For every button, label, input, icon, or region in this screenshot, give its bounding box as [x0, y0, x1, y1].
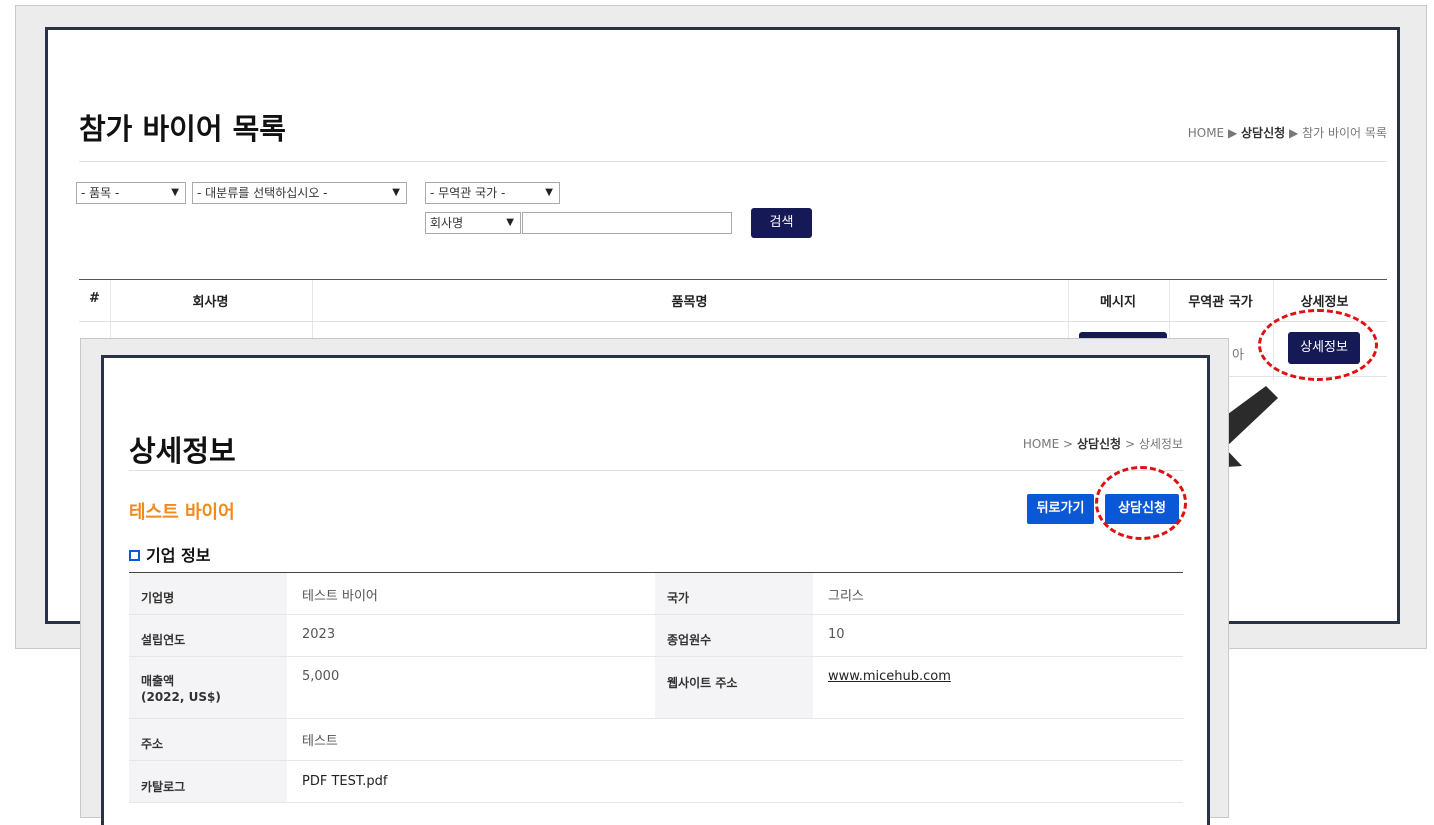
col-header-number: # — [89, 291, 100, 306]
breadcrumb-separator: ▶ — [1227, 126, 1238, 140]
label-country: 국가 — [667, 591, 690, 605]
highlight-detail-button — [1258, 309, 1378, 381]
highlight-apply-button — [1095, 466, 1187, 540]
page-title: 상세정보 — [129, 434, 236, 468]
value-address: 테스트 — [302, 734, 338, 749]
row-country-partial: 아 — [1232, 348, 1244, 363]
title-divider — [79, 161, 1387, 162]
website-link[interactable]: www.micehub.com — [828, 669, 951, 684]
breadcrumb-home[interactable]: HOME — [1023, 437, 1059, 451]
breadcrumb-separator: > — [1063, 437, 1074, 451]
chevron-down-icon: ▼ — [392, 187, 400, 198]
col-header-detail: 상세정보 — [1300, 295, 1349, 310]
breadcrumb-separator: ▶ — [1289, 126, 1299, 140]
label-company: 기업명 — [141, 591, 175, 605]
back-button[interactable]: 뒤로가기 — [1027, 494, 1094, 524]
detail-page: 상세정보 HOME > 상담신청 > 상세정보 테스트 바이어 뒤로가기 상담신… — [101, 355, 1210, 825]
value-founded: 2023 — [302, 627, 336, 642]
chevron-down-icon: ▼ — [506, 217, 514, 228]
search-input[interactable] — [522, 212, 732, 234]
row-divider — [129, 614, 1183, 615]
value-employees: 10 — [828, 627, 845, 642]
section-title: 기업 정보 — [129, 542, 210, 566]
section-title-text: 기업 정보 — [146, 546, 211, 565]
search-button[interactable]: 검색 — [751, 208, 812, 238]
breadcrumb-parent[interactable]: 상담신청 — [1241, 126, 1285, 140]
title-divider — [129, 470, 1183, 471]
breadcrumb: HOME ▶ 상담신청 ▶ 참가 바이어 목록 — [1188, 124, 1387, 141]
header-row-divider — [79, 321, 1387, 322]
col-header-company: 회사명 — [192, 295, 229, 310]
page-title: 참가 바이어 목록 — [79, 112, 286, 146]
row-divider — [129, 760, 1183, 761]
label-revenue: 매출액 — [141, 674, 175, 688]
table-top-border — [79, 279, 1387, 280]
chevron-down-icon: ▼ — [545, 187, 553, 198]
search-field-select-value: 회사명 — [430, 216, 464, 230]
detail-screenshot-frame: 상세정보 HOME > 상담신청 > 상세정보 테스트 바이어 뒤로가기 상담신… — [80, 338, 1229, 825]
company-name-heading: 테스트 바이어 — [129, 502, 235, 523]
label-revenue-sub: (2022, US$) — [141, 690, 221, 704]
breadcrumb-current: 상세정보 — [1138, 437, 1183, 451]
catalog-file-link[interactable]: PDF TEST.pdf — [302, 774, 387, 789]
search-field-select[interactable]: 회사명 ▼ — [425, 212, 521, 234]
breadcrumb: HOME > 상담신청 > 상세정보 — [1023, 435, 1183, 452]
value-country: 그리스 — [828, 589, 864, 604]
col-header-item: 품목명 — [671, 295, 708, 310]
row-divider — [129, 802, 1183, 803]
col-header-country: 무역관 국가 — [1188, 295, 1253, 310]
breadcrumb-separator: > — [1124, 437, 1135, 451]
square-bullet-icon — [129, 549, 140, 561]
label-founded: 설립연도 — [141, 633, 186, 647]
value-revenue: 5,000 — [302, 669, 340, 684]
country-select-value: - 무역관 국가 - — [430, 186, 506, 200]
row-divider — [129, 718, 1183, 719]
label-catalog: 카탈로그 — [141, 780, 186, 794]
label-address: 주소 — [141, 737, 164, 751]
breadcrumb-parent[interactable]: 상담신청 — [1077, 437, 1121, 451]
category-select[interactable]: - 대분류를 선택하십시오 - ▼ — [192, 182, 407, 204]
value-company: 테스트 바이어 — [302, 589, 378, 604]
row-divider — [129, 656, 1183, 657]
chevron-down-icon: ▼ — [171, 187, 179, 198]
country-select[interactable]: - 무역관 국가 - ▼ — [425, 182, 560, 204]
category-select-value: - 대분류를 선택하십시오 - — [197, 186, 328, 200]
label-employees: 종업원수 — [667, 633, 712, 647]
item-select[interactable]: - 품목 - ▼ — [76, 182, 186, 204]
label-website: 웹사이트 주소 — [667, 676, 738, 690]
breadcrumb-home[interactable]: HOME — [1188, 126, 1224, 140]
breadcrumb-current: 참가 바이어 목록 — [1302, 126, 1387, 140]
col-header-message: 메시지 — [1100, 295, 1136, 310]
item-select-value: - 품목 - — [81, 186, 120, 200]
